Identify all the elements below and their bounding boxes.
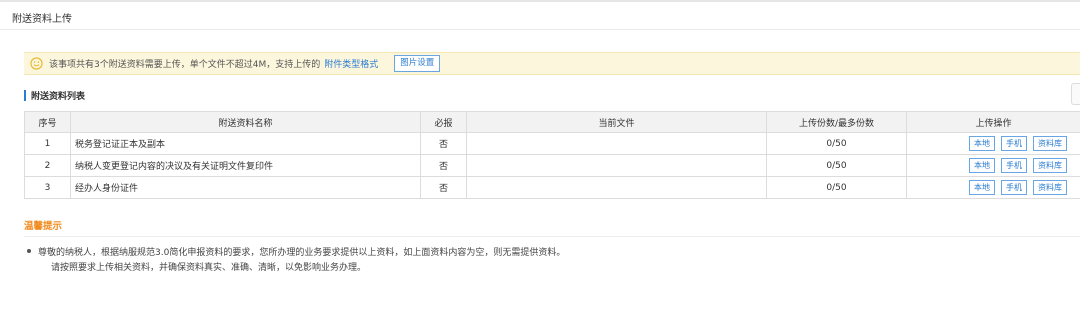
table-row: 3 经办人身份证件 否 0/50 本地 手机 资料库 — [24, 176, 1080, 199]
column-header: 必报 — [420, 111, 467, 133]
collapsed-panel-tab[interactable] — [1071, 83, 1080, 105]
tip-text: 请按照要求上传相关资料，并确保资料真实、准确、清晰，以免影响业务办理。 — [51, 263, 367, 273]
upload-actions: 本地 手机 资料库 — [906, 154, 1080, 177]
required-flag: 否 — [420, 154, 467, 177]
column-header: 上传份数/最多份数 — [766, 111, 907, 133]
document-name: 纳税人变更登记内容的决议及有关证明文件复印件 — [70, 154, 421, 177]
smile-icon — [30, 57, 43, 70]
table-row: 1 税务登记证正本及副本 否 0/50 本地 手机 资料库 — [24, 132, 1080, 155]
upload-library-button[interactable]: 资料库 — [1033, 158, 1067, 173]
section-marker — [24, 89, 26, 101]
required-flag: 否 — [420, 132, 467, 155]
file-format-link[interactable]: 附件类型格式 — [324, 57, 378, 70]
upload-actions: 本地 手机 资料库 — [906, 176, 1080, 199]
section-header: 附送资料列表 — [24, 89, 86, 102]
current-file — [466, 154, 767, 177]
row-number: 3 — [24, 176, 71, 199]
upload-phone-button[interactable]: 手机 — [1001, 158, 1027, 173]
column-header: 序号 — [24, 111, 71, 133]
upload-library-button[interactable]: 资料库 — [1033, 136, 1067, 151]
current-file — [466, 176, 767, 199]
upload-local-button[interactable]: 本地 — [969, 136, 995, 151]
upload-count: 0/50 — [766, 176, 907, 199]
upload-actions: 本地 手机 资料库 — [906, 132, 1080, 155]
section-title: 附送资料列表 — [31, 91, 86, 102]
upload-phone-button[interactable]: 手机 — [1001, 136, 1027, 151]
attachments-table: 序号 附送资料名称 必报 当前文件 上传份数/最多份数 上传操作 1 税务登记证… — [24, 111, 1080, 199]
column-header: 当前文件 — [466, 111, 767, 133]
upload-count: 0/50 — [766, 132, 907, 155]
image-settings-button[interactable]: 图片设置 — [394, 55, 441, 72]
table-header-row: 序号 附送资料名称 必报 当前文件 上传份数/最多份数 上传操作 — [24, 111, 1080, 133]
tips-title: 温馨提示 — [24, 221, 63, 232]
tip-text: 尊敬的纳税人，根据纳服规范3.0简化申报资料的要求，您所办理的业务要求提供以上资… — [38, 248, 566, 258]
upload-phone-button[interactable]: 手机 — [1001, 180, 1027, 195]
row-number: 2 — [24, 154, 71, 177]
current-file — [466, 132, 767, 155]
table-row: 2 纳税人变更登记内容的决议及有关证明文件复印件 否 0/50 本地 手机 资料库 — [24, 154, 1080, 177]
document-name: 经办人身份证件 — [70, 176, 421, 199]
page-title: 附送资料上传 — [12, 14, 72, 25]
column-header: 附送资料名称 — [70, 111, 421, 133]
upload-local-button[interactable]: 本地 — [969, 158, 995, 173]
top-border — [0, 0, 1080, 2]
title-divider — [0, 29, 1080, 30]
notice-text: 该事项共有3个附送资料需要上传，单个文件不超过4M，支持上传的 — [49, 60, 321, 70]
row-number: 1 — [24, 132, 71, 155]
document-name: 税务登记证正本及副本 — [70, 132, 421, 155]
upload-count: 0/50 — [766, 154, 907, 177]
bullet-icon — [27, 249, 31, 253]
column-header: 上传操作 — [906, 111, 1080, 133]
notice-bar: 该事项共有3个附送资料需要上传，单个文件不超过4M，支持上传的 附件类型格式 图… — [24, 52, 1080, 75]
tips-divider — [24, 236, 1080, 237]
upload-library-button[interactable]: 资料库 — [1033, 180, 1067, 195]
required-flag: 否 — [420, 176, 467, 199]
upload-local-button[interactable]: 本地 — [969, 180, 995, 195]
